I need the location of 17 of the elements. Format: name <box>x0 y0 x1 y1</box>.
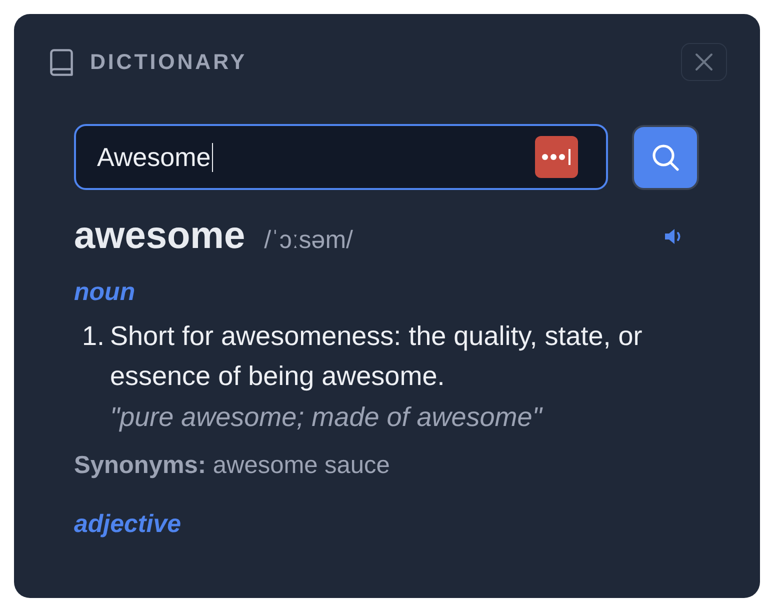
definition-text: Short for awesomeness: the quality, state, or essence of being awesome. <box>110 320 644 393</box>
close-icon <box>695 53 713 71</box>
phonetic-text: /ˈɔːsəm/ <box>264 226 353 255</box>
password-dots-icon[interactable] <box>535 136 578 178</box>
synonyms-text: Synonyms: awesome sauce <box>74 452 391 480</box>
part-of-speech: noun <box>74 278 136 306</box>
search-field[interactable]: Awesome <box>74 124 608 190</box>
definition-number: 1. <box>81 320 106 353</box>
search-button[interactable] <box>632 124 699 190</box>
headword: awesome <box>74 214 246 258</box>
example-text: "pure awesome; made of awesome" <box>110 401 544 434</box>
part-of-speech: adjective <box>74 510 182 538</box>
book-icon <box>50 48 73 76</box>
close-button[interactable] <box>681 43 727 81</box>
panel-title: DICTIONARY <box>90 50 247 74</box>
search-icon <box>652 144 679 170</box>
text-cursor-icon <box>212 142 214 172</box>
